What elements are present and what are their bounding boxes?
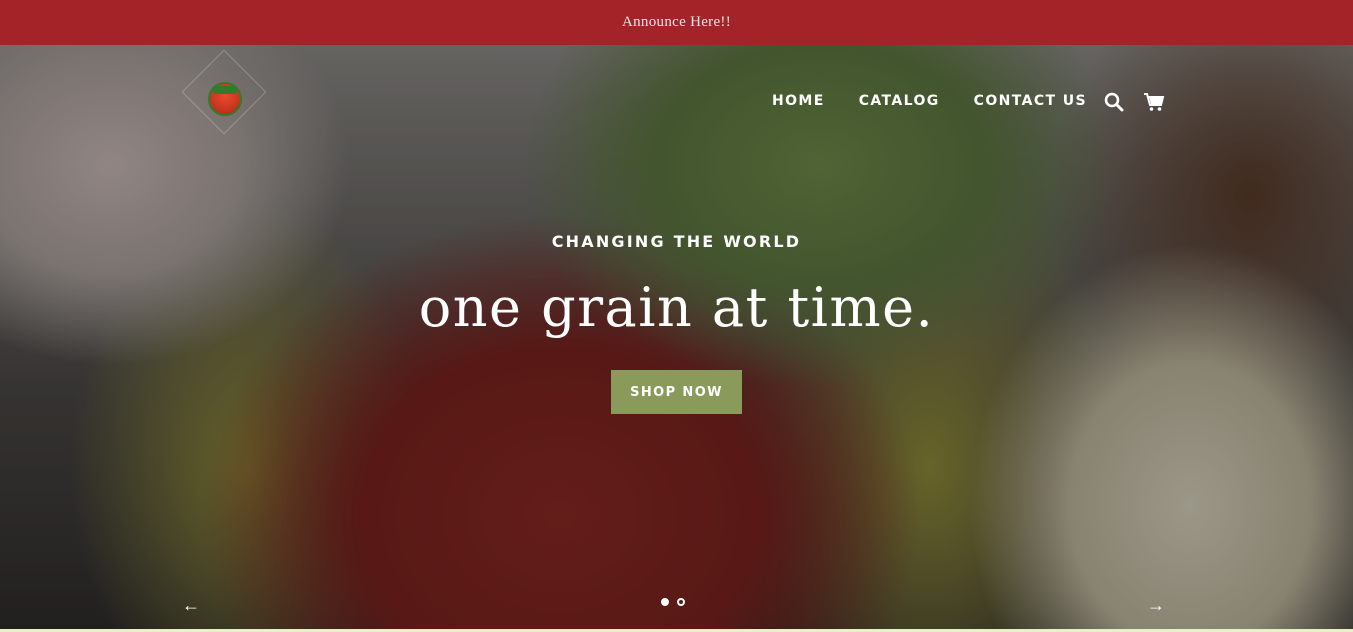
search-icon[interactable] [1102,90,1126,114]
nav-contact-us[interactable]: CONTACT US [974,93,1087,109]
logo-badge [208,82,242,116]
announcement-bar: Announce Here!! [0,0,1353,45]
hero-headline: one grain at time. [418,276,935,339]
previous-slide-arrow-icon[interactable]: ← [180,594,202,616]
hero-eyebrow: CHANGING THE WORLD [551,232,802,251]
cart-icon[interactable] [1142,90,1166,114]
nav-catalog[interactable]: CATALOG [859,93,940,109]
slide-dots [661,598,685,606]
slide-dot-1[interactable] [661,598,669,606]
shop-now-button[interactable]: SHOP NOW [611,370,742,414]
main-navigation: HOME CATALOG CONTACT US [772,93,1121,109]
slide-dot-2[interactable] [677,598,685,606]
next-slide-arrow-icon[interactable]: → [1145,594,1167,616]
announcement-text: Announce Here!! [621,14,732,30]
nav-home[interactable]: HOME [772,93,825,109]
